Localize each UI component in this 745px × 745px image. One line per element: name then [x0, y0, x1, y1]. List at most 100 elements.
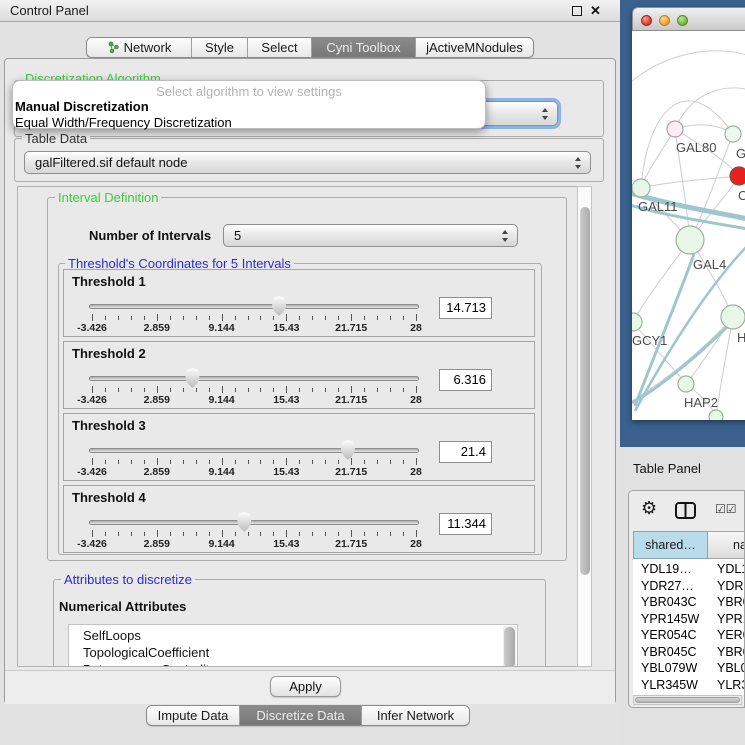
- minimize-traffic-light-icon[interactable]: [659, 15, 670, 26]
- close-icon[interactable]: ✕: [590, 2, 601, 20]
- threshold-slider-track[interactable]: [89, 376, 419, 381]
- slider-tick-label: 9.144: [208, 394, 234, 406]
- cell-shared-name: YBR043C: [641, 595, 697, 609]
- network-window-titlebar[interactable]: [632, 7, 745, 31]
- network-node-label: HAP2: [684, 395, 718, 410]
- threshold-slider-track[interactable]: [89, 304, 419, 309]
- column-checkbox-icons[interactable]: ☑☑: [715, 502, 737, 516]
- tab-network-label: Network: [124, 40, 172, 55]
- network-node[interactable]: [678, 376, 694, 392]
- network-icon: [107, 41, 120, 54]
- attributes-list-scrollbar[interactable]: [503, 626, 516, 667]
- table-hscrollbar-thumb[interactable]: [635, 697, 740, 703]
- threshold-value-field[interactable]: 14.713: [439, 297, 492, 319]
- cell-name: YPR1: [717, 612, 745, 626]
- slider-tick-label: 28: [410, 538, 422, 550]
- slider-tick-label: -3.426: [77, 466, 107, 478]
- threshold-value-field[interactable]: 21.4: [439, 441, 492, 463]
- table-data-combobox[interactable]: galFiltered.sif default node: [24, 151, 591, 174]
- network-node[interactable]: [667, 121, 683, 137]
- cell-shared-name: YBL079W: [641, 661, 697, 675]
- cell-shared-name: YPR145W: [641, 612, 699, 626]
- cell-shared-name: YBR045C: [641, 645, 697, 659]
- top-tabbar: Network Style Select Cyni Toolbox jActiv…: [86, 37, 534, 58]
- tab-style[interactable]: Style: [191, 38, 247, 57]
- slider-tick-label: 28: [410, 322, 422, 334]
- panel-scrollbar-track[interactable]: [577, 186, 592, 667]
- network-node[interactable]: [721, 305, 745, 329]
- threshold-slider-thumb[interactable]: [272, 296, 287, 316]
- window-title: Control Panel: [10, 0, 89, 22]
- threshold-slider-track[interactable]: [89, 448, 419, 453]
- cell-name: YDL1: [717, 562, 745, 576]
- network-node-label: C: [738, 188, 745, 203]
- tab-cyni-toolbox[interactable]: Cyni Toolbox: [311, 38, 415, 57]
- table-toolbar: ⚙ ☑☑: [629, 491, 744, 531]
- cell-name: YDR2: [717, 579, 745, 593]
- settings-scroll-viewport: Interval Definition Number of Intervals …: [17, 186, 577, 667]
- threshold-label: Threshold 3: [72, 418, 146, 433]
- slider-tick-label: 2.859: [144, 322, 170, 334]
- network-node[interactable]: [730, 167, 745, 185]
- gear-icon[interactable]: ⚙: [641, 498, 657, 519]
- numerical-attributes-list[interactable]: SelfLoops TopologicalCoefficient Betweenne…: [68, 624, 518, 667]
- number-of-intervals-label: Number of Intervals: [89, 228, 211, 243]
- table-panel-window: ⚙ ☑☑ shared… na YDL19…YDL1YDR27…YDR2YBR0…: [628, 490, 745, 708]
- threshold-value-field[interactable]: 6.316: [439, 369, 492, 391]
- close-traffic-light-icon[interactable]: [641, 15, 652, 26]
- attribute-list-item[interactable]: BetweennessCentrality: [83, 662, 216, 667]
- table-row[interactable]: YER054CYER0: [633, 627, 745, 644]
- table-row[interactable]: YDL19… YDL1: [633, 561, 745, 578]
- cell-shared-name: YER054C: [641, 628, 697, 642]
- tab-network[interactable]: Network: [87, 38, 191, 57]
- tab-infer-network[interactable]: Infer Network: [361, 706, 469, 725]
- number-of-intervals-combobox[interactable]: 5: [223, 224, 518, 247]
- table-row[interactable]: YBR045CYBR0: [633, 644, 745, 661]
- column-header-name[interactable]: na: [708, 531, 745, 559]
- threshold-panel: Threshold 3 21.4 -3.4262.8599.14415.4321…: [63, 413, 535, 481]
- number-of-intervals-value: 5: [234, 225, 241, 246]
- network-node[interactable]: [709, 410, 723, 420]
- zoom-traffic-light-icon[interactable]: [677, 15, 688, 26]
- network-canvas[interactable]: GAL80GACGAL11GAL4GCY1HHAP2: [632, 31, 745, 420]
- table-hscrollbar[interactable]: [633, 695, 742, 705]
- network-node[interactable]: [632, 313, 642, 331]
- tab-select[interactable]: Select: [247, 38, 311, 57]
- threshold-slider-thumb[interactable]: [237, 512, 252, 532]
- table-body[interactable]: YDL19…YDL1YDR27…YDR2YBR043CYBR0YPR145WYP…: [633, 559, 745, 695]
- table-row[interactable]: YBL079WYBL0: [633, 660, 745, 677]
- table-row[interactable]: YBR043CYBR0: [633, 594, 745, 611]
- slider-tick-label: 15.43: [273, 466, 299, 478]
- float-window-icon[interactable]: [572, 6, 582, 16]
- network-node[interactable]: [725, 126, 741, 142]
- dropdown-prompt-item[interactable]: Select algorithm to view settings: [13, 84, 485, 99]
- dropdown-option-manual-discretization[interactable]: Manual Discretization: [15, 99, 149, 114]
- numerical-attributes-label: Numerical Attributes: [59, 599, 186, 614]
- tab-impute-data[interactable]: Impute Data: [147, 706, 239, 725]
- threshold-slider-thumb[interactable]: [185, 368, 200, 388]
- panel-scrollbar-thumb[interactable]: [580, 207, 590, 575]
- apply-button[interactable]: Apply: [270, 676, 341, 697]
- slider-tick-label: 28: [410, 394, 422, 406]
- tab-style-label: Style: [205, 40, 234, 55]
- cell-shared-name: YDL19…: [641, 562, 692, 576]
- attribute-list-item[interactable]: TopologicalCoefficient: [83, 645, 209, 660]
- slider-tick-label: 9.144: [208, 322, 234, 334]
- network-node[interactable]: [632, 179, 650, 197]
- tab-impute-data-label: Impute Data: [158, 708, 229, 723]
- dropdown-option-equal-width-frequency[interactable]: Equal Width/Frequency Discretization: [15, 115, 232, 130]
- slider-tick-label: -3.426: [77, 322, 107, 334]
- column-header-shared-name[interactable]: shared…: [633, 531, 708, 559]
- threshold-value-field[interactable]: 11.344: [439, 513, 492, 535]
- tab-jactivemnodules[interactable]: jActiveMNodules: [415, 38, 533, 57]
- network-node[interactable]: [676, 226, 704, 254]
- tab-discretize-data[interactable]: Discretize Data: [239, 706, 361, 725]
- threshold-slider-track[interactable]: [89, 520, 419, 525]
- combo-arrows-icon: [542, 108, 549, 120]
- table-row[interactable]: YPR145W YPR1: [633, 611, 745, 628]
- table-row[interactable]: YLR345WYLR3: [633, 677, 745, 694]
- threshold-slider-thumb[interactable]: [340, 440, 355, 460]
- table-row[interactable]: YDR27…YDR2: [633, 578, 745, 595]
- split-columns-icon[interactable]: [675, 502, 696, 524]
- attribute-list-item[interactable]: SelfLoops: [83, 628, 141, 643]
